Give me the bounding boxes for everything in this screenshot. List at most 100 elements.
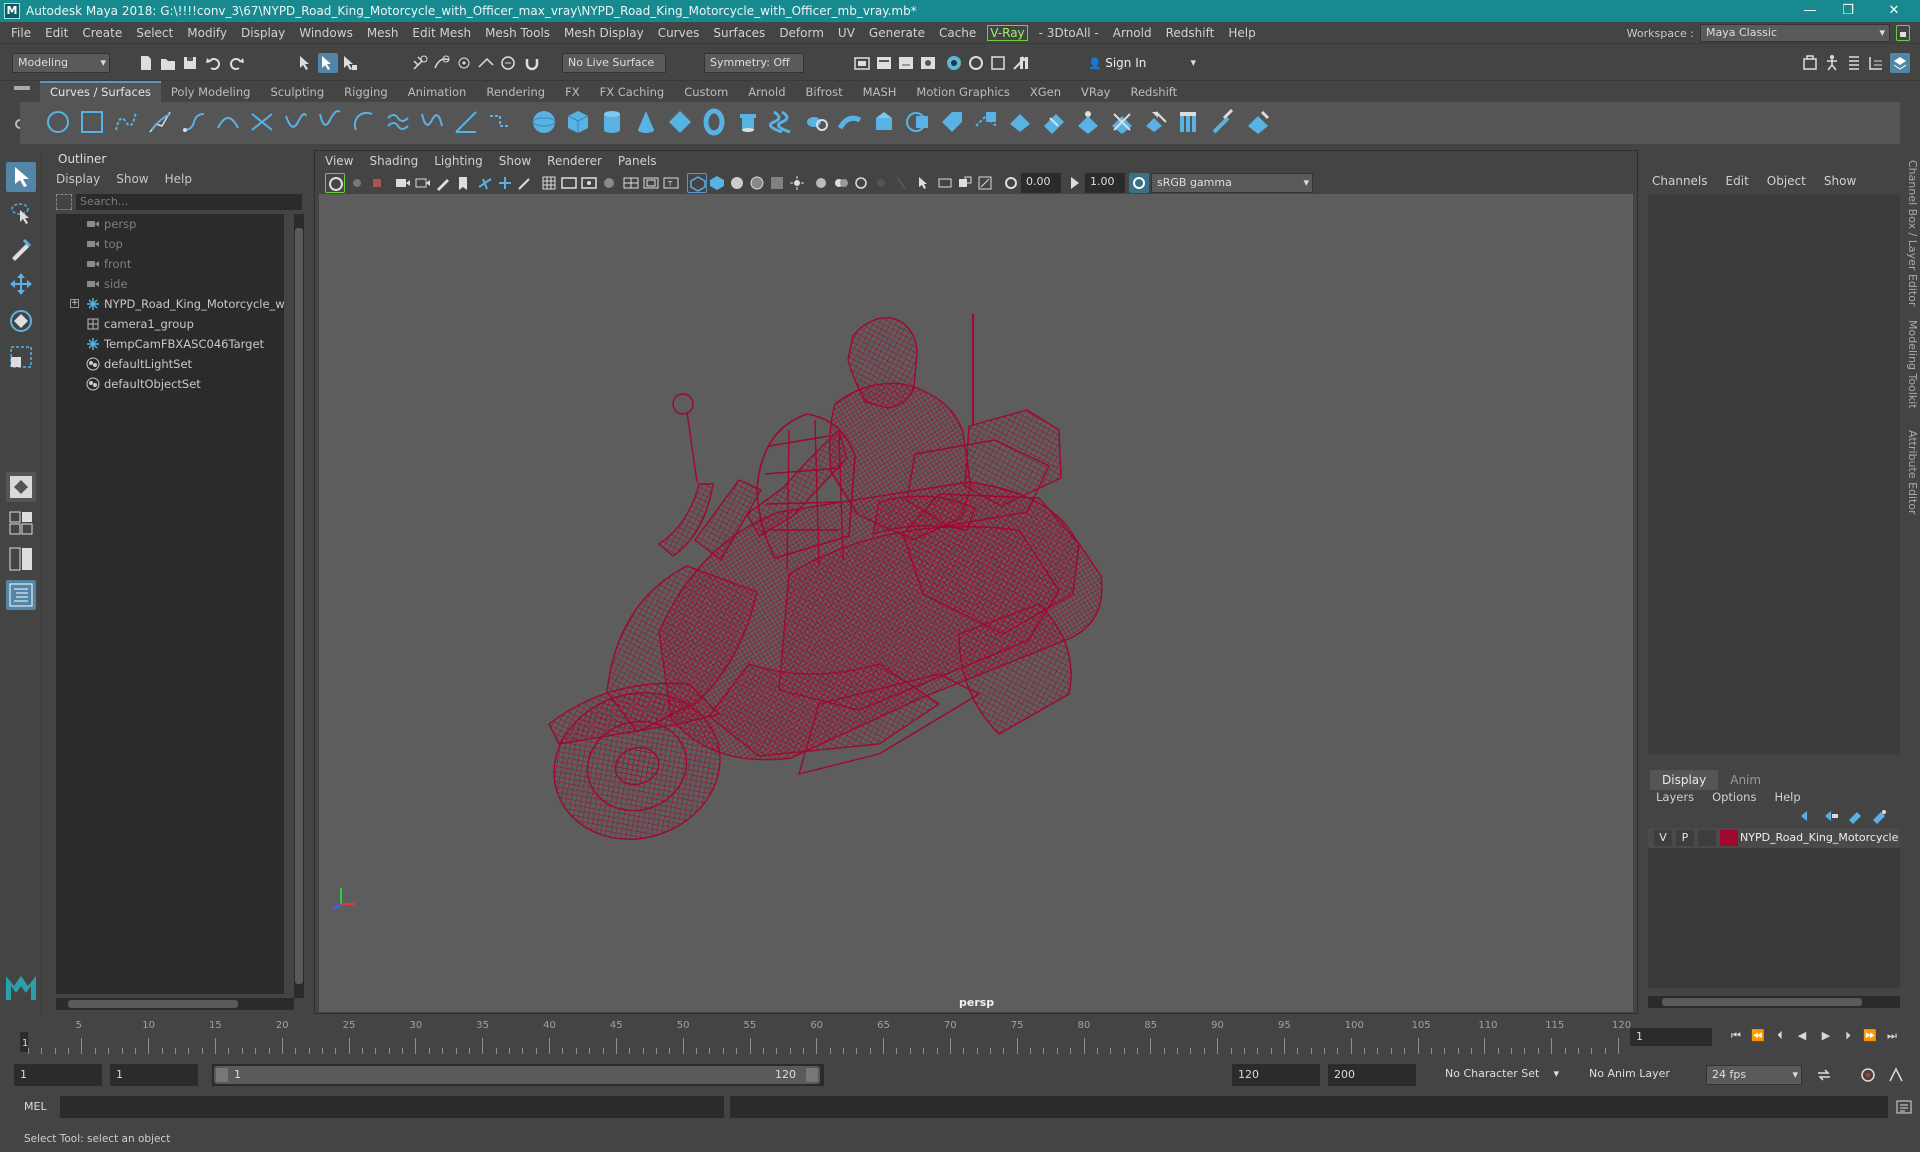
menu-display[interactable]: Display [234, 26, 292, 40]
resolution-gate-icon[interactable] [579, 173, 599, 193]
range-slider[interactable]: 1 120 [212, 1064, 824, 1086]
viewport-menu-renderer[interactable]: Renderer [547, 154, 602, 168]
menu-edit-mesh[interactable]: Edit Mesh [405, 26, 478, 40]
paint-select-tool-icon[interactable] [6, 234, 36, 264]
snap-view-plane-icon[interactable] [476, 53, 496, 73]
pause-icon[interactable] [1014, 53, 1034, 73]
move-layer-up-icon[interactable] [1798, 808, 1816, 824]
human-ik-icon[interactable] [1822, 53, 1842, 73]
viewport-menu-panels[interactable]: Panels [618, 154, 657, 168]
render-frame-icon[interactable] [874, 53, 894, 73]
menu-windows[interactable]: Windows [292, 26, 360, 40]
camera-lock-icon[interactable] [955, 173, 975, 193]
magnet-icon[interactable] [522, 53, 542, 73]
gate-mask-icon[interactable] [599, 173, 619, 193]
planar-icon[interactable] [802, 108, 830, 136]
select-camera-icon[interactable] [325, 173, 345, 193]
shadows-icon[interactable] [811, 173, 831, 193]
render-settings-icon[interactable] [918, 53, 938, 73]
viewport-menu-show[interactable]: Show [499, 154, 531, 168]
snap-point-icon[interactable] [454, 53, 474, 73]
menu-uv[interactable]: UV [831, 26, 862, 40]
smooth-shade-icon[interactable] [707, 173, 727, 193]
outliner-item-front[interactable]: front [56, 254, 284, 274]
layers-menu[interactable]: Layers [1656, 790, 1694, 804]
birail-icon[interactable] [870, 108, 898, 136]
select-component-icon[interactable] [340, 53, 360, 73]
nurbs-circle-icon[interactable] [44, 108, 72, 136]
side-tab-channel-box[interactable]: Channel Box / Layer Editor [1906, 160, 1919, 307]
auto-key-icon[interactable] [1858, 1065, 1878, 1085]
outliner-item-default-light-set[interactable]: defaultLightSet [56, 354, 284, 374]
move-layer-down-icon[interactable] [1822, 808, 1840, 824]
layer-row[interactable]: V P NYPD_Road_King_Motorcycle_w [1648, 828, 1900, 848]
insert-knot-icon[interactable] [316, 108, 344, 136]
four-view-layout-icon[interactable] [6, 508, 36, 538]
anim-layer-dropdown[interactable]: No Anim Layer [1584, 1065, 1694, 1085]
offset-curve-icon[interactable] [384, 108, 412, 136]
shelf-tab-bifrost[interactable]: Bifrost [796, 83, 853, 102]
vray-render-icon[interactable] [944, 53, 964, 73]
rotate-tool-icon[interactable] [6, 306, 36, 336]
shelf-tab-custom[interactable]: Custom [674, 83, 738, 102]
menu-redshift[interactable]: Redshift [1159, 26, 1222, 40]
cv-curve-icon[interactable] [112, 108, 140, 136]
nurbs-torus-icon[interactable] [700, 108, 728, 136]
color-management-icon[interactable] [1129, 173, 1149, 193]
redo-icon[interactable] [226, 53, 246, 73]
bevel-plus-icon[interactable] [904, 108, 932, 136]
shelf-tab-poly-modeling[interactable]: Poly Modeling [161, 83, 261, 102]
menu-file[interactable]: File [4, 26, 38, 40]
snap-curve-icon[interactable] [432, 53, 452, 73]
trim-tool-icon[interactable] [1006, 108, 1034, 136]
restore-button[interactable]: ❐ [1826, 0, 1870, 22]
menu-select[interactable]: Select [129, 26, 180, 40]
go-to-end-icon[interactable]: ⏭ [1884, 1029, 1900, 1045]
shelf-tab-xgen[interactable]: XGen [1020, 83, 1071, 102]
outliner-layout-icon[interactable] [6, 580, 36, 610]
menu-mesh-display[interactable]: Mesh Display [557, 26, 651, 40]
ep-curve-icon[interactable] [146, 108, 174, 136]
new-layer-icon[interactable] [1846, 808, 1864, 824]
lock-camera-icon[interactable] [475, 173, 495, 193]
channel-box-icon[interactable] [1890, 53, 1910, 73]
use-all-lights-icon[interactable] [787, 173, 807, 193]
open-scene-icon[interactable] [158, 53, 178, 73]
exposure-field[interactable]: 0.00 [1021, 173, 1061, 193]
current-frame-field[interactable]: 1 [1630, 1028, 1712, 1046]
range-slider-handle[interactable]: 1 120 [214, 1066, 820, 1084]
insert-isoparm-icon[interactable] [1108, 108, 1136, 136]
project-curve-icon[interactable] [938, 108, 966, 136]
loop-icon[interactable] [1814, 1065, 1834, 1085]
menu-set-dropdown[interactable]: Modeling ▾ [12, 53, 110, 73]
gamma-icon[interactable] [1065, 173, 1085, 193]
side-tab-modeling-toolkit[interactable]: Modeling Toolkit [1906, 320, 1919, 409]
shelf-tab-mash[interactable]: MASH [853, 83, 907, 102]
three-point-arc-icon[interactable] [214, 108, 242, 136]
motion-blur-icon[interactable] [851, 173, 871, 193]
shelf-menu-icon[interactable] [14, 86, 30, 90]
shelf-tab-rigging[interactable]: Rigging [334, 83, 398, 102]
menu-modify[interactable]: Modify [180, 26, 234, 40]
grid-icon[interactable] [539, 173, 559, 193]
lasso-tool-icon[interactable] [6, 198, 36, 228]
workspace-dropdown[interactable]: Maya Classic [1700, 24, 1890, 42]
curve-editing-icon[interactable] [486, 108, 514, 136]
viewport-menu-shading[interactable]: Shading [369, 154, 418, 168]
attach-curves-icon[interactable] [248, 108, 276, 136]
channel-edit-menu[interactable]: Edit [1726, 174, 1749, 188]
command-language-label[interactable]: MEL [24, 1100, 47, 1113]
extend-surface-icon[interactable] [1074, 108, 1102, 136]
playback-end-field[interactable]: 120 [1232, 1064, 1320, 1086]
channel-show-menu[interactable]: Show [1824, 174, 1856, 188]
nurbs-plane-icon[interactable] [666, 108, 694, 136]
default-material-icon[interactable] [727, 173, 747, 193]
menu-arnold[interactable]: Arnold [1106, 26, 1159, 40]
outliner-item-persp[interactable]: persp [56, 214, 284, 234]
play-backward-icon[interactable]: ◀ [1794, 1029, 1810, 1045]
wireframe-on-shaded-icon[interactable] [747, 173, 767, 193]
step-back-icon[interactable]: ⏪ [1750, 1029, 1766, 1045]
nurbs-sphere-icon[interactable] [530, 108, 558, 136]
expand-toggle[interactable]: + [70, 299, 79, 308]
lock-icon[interactable] [1896, 25, 1910, 41]
